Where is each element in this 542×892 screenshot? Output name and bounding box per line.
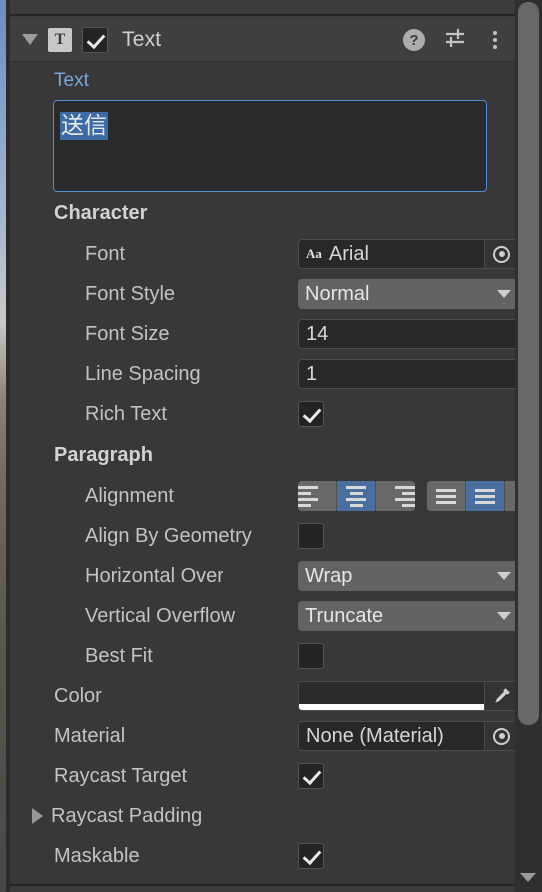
align-by-geometry-row: Align By Geometry xyxy=(10,516,515,556)
component-enabled-checkbox[interactable] xyxy=(82,26,108,53)
material-field[interactable]: None (Material) xyxy=(298,721,519,751)
raycast-target-checkbox[interactable] xyxy=(298,763,324,789)
best-fit-row: Best Fit xyxy=(10,636,515,676)
inspector-window: T Text ? Text 送信 Character Font Aa Arial… xyxy=(0,0,542,892)
header-icon-group: ? xyxy=(403,18,503,62)
preset-icon[interactable] xyxy=(444,27,468,54)
font-label: Font xyxy=(85,242,126,265)
align-left-icon[interactable] xyxy=(298,481,337,511)
font-object-picker-icon[interactable] xyxy=(484,240,518,268)
chevron-down-icon xyxy=(497,612,511,620)
align-by-geometry-label: Align By Geometry xyxy=(85,524,252,547)
material-row: Material None (Material) xyxy=(10,716,519,756)
text-value-input[interactable]: 送信 xyxy=(53,100,487,192)
vertical-overflow-value: Truncate xyxy=(305,604,384,627)
text-property-label-row: Text xyxy=(10,62,515,100)
text-property-label: Text xyxy=(54,70,89,91)
alignment-row: Alignment xyxy=(10,476,542,516)
material-value: None (Material) xyxy=(306,724,444,747)
maskable-row: Maskable xyxy=(10,836,515,876)
align-right-icon[interactable] xyxy=(376,481,415,511)
more-menu-icon[interactable] xyxy=(487,31,503,49)
color-alpha-bar xyxy=(299,704,484,710)
font-value: Arial xyxy=(328,242,369,265)
font-style-label: Font Style xyxy=(85,282,176,305)
raycast-padding-label: Raycast Padding xyxy=(51,804,203,827)
component-body: Text 送信 Character Font Aa Arial Font Sty… xyxy=(10,62,542,876)
alignment-label: Alignment xyxy=(85,484,174,507)
font-aa-icon: Aa xyxy=(306,246,322,261)
character-section-title: Character xyxy=(54,201,148,224)
color-label: Color xyxy=(54,684,102,707)
chevron-down-icon xyxy=(497,290,511,298)
component-header[interactable]: T Text ? xyxy=(10,18,515,62)
paragraph-section-header: Paragraph xyxy=(10,434,515,476)
rich-text-label: Rich Text xyxy=(85,402,167,425)
horizontal-overflow-dropdown[interactable]: Wrap xyxy=(298,561,519,591)
maskable-checkbox[interactable] xyxy=(298,843,324,869)
scrollbar-thumb[interactable] xyxy=(518,2,539,725)
font-size-label: Font Size xyxy=(85,322,170,345)
text-component-panel: T Text ? Text 送信 Character Font Aa Arial… xyxy=(10,18,542,886)
rich-text-row: Rich Text xyxy=(10,394,515,434)
raycast-target-row: Raycast Target xyxy=(10,756,515,796)
align-top-icon[interactable] xyxy=(427,481,466,511)
font-size-input[interactable]: 14 xyxy=(298,319,519,349)
font-row: Font Aa Arial xyxy=(10,234,519,274)
text-component-icon: T xyxy=(48,27,72,52)
font-field[interactable]: Aa Arial xyxy=(298,239,519,269)
horizontal-overflow-row: Horizontal Overflow Wrap xyxy=(10,556,519,596)
color-swatch[interactable] xyxy=(299,682,484,710)
line-spacing-input[interactable]: 1 xyxy=(298,359,519,389)
horizontal-alignment-group xyxy=(298,481,415,511)
raycast-target-label: Raycast Target xyxy=(54,764,188,787)
vertical-overflow-dropdown[interactable]: Truncate xyxy=(298,601,519,631)
vertical-overflow-label: Vertical Overflow xyxy=(85,604,236,627)
align-middle-icon[interactable] xyxy=(466,481,505,511)
horizontal-overflow-value: Wrap xyxy=(305,564,353,587)
scroll-down-arrow-icon[interactable] xyxy=(520,873,536,882)
line-spacing-value: 1 xyxy=(306,362,318,385)
color-field[interactable] xyxy=(298,681,519,711)
help-icon[interactable]: ? xyxy=(403,29,425,51)
character-section-header: Character xyxy=(10,192,515,234)
paragraph-section-title: Paragraph xyxy=(54,443,153,466)
component-title: Text xyxy=(122,27,162,51)
font-size-value: 14 xyxy=(306,322,329,345)
line-spacing-label: Line Spacing xyxy=(85,362,201,385)
component-foldout-icon[interactable] xyxy=(22,34,38,45)
inspector-top-sliver xyxy=(10,0,515,16)
chevron-down-icon xyxy=(497,572,511,580)
material-label: Material xyxy=(54,724,126,747)
text-value-selected: 送信 xyxy=(60,112,108,140)
vertical-overflow-row: Vertical Overflow Truncate xyxy=(10,596,519,636)
horizontal-overflow-label: Horizontal Overflow xyxy=(85,564,223,587)
best-fit-checkbox[interactable] xyxy=(298,643,324,669)
material-object-picker-icon[interactable] xyxy=(484,722,518,750)
inspector-scrollbar[interactable] xyxy=(515,0,542,892)
align-center-icon[interactable] xyxy=(337,481,376,511)
font-size-row: Font Size 14 xyxy=(10,314,519,354)
color-row: Color xyxy=(10,676,519,716)
raycast-padding-foldout-icon[interactable] xyxy=(32,808,43,824)
font-style-value: Normal xyxy=(305,282,370,305)
font-style-row: Font Style Normal xyxy=(10,274,519,314)
rich-text-checkbox[interactable] xyxy=(298,401,324,427)
align-by-geometry-checkbox[interactable] xyxy=(298,523,324,549)
font-style-dropdown[interactable]: Normal xyxy=(298,279,519,309)
eyedropper-icon[interactable] xyxy=(484,682,518,710)
line-spacing-row: Line Spacing 1 xyxy=(10,354,519,394)
raycast-padding-row[interactable]: Raycast Padding xyxy=(10,796,515,836)
best-fit-label: Best Fit xyxy=(85,644,153,667)
maskable-label: Maskable xyxy=(54,844,140,867)
